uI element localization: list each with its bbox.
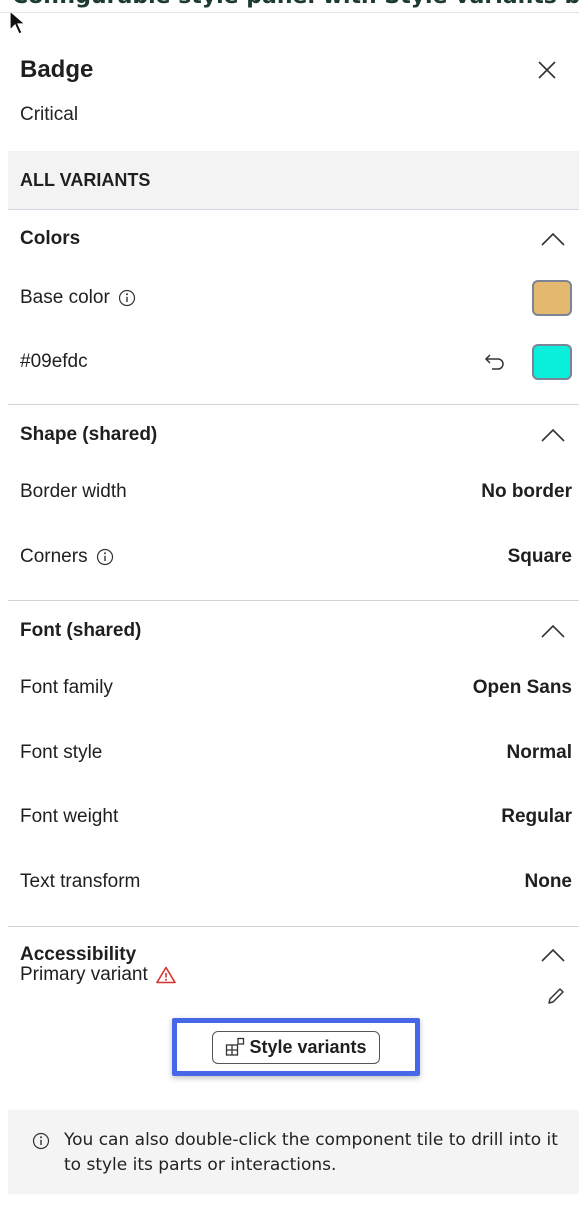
font-family-value[interactable]: Open Sans: [473, 677, 572, 699]
override-color-label: #09efdc: [20, 351, 88, 372]
all-variants-header: ALL VARIANTS: [8, 151, 579, 210]
chevron-up-icon[interactable]: [540, 947, 566, 963]
section-divider: [8, 600, 579, 601]
style-variants-highlight: Style variants: [172, 1018, 420, 1076]
section-divider: [8, 926, 579, 927]
chevron-up-icon[interactable]: [540, 623, 566, 639]
font-weight-value[interactable]: Regular: [501, 806, 572, 828]
corners-value[interactable]: Square: [508, 546, 572, 568]
corners-row[interactable]: Corners Square: [20, 540, 572, 574]
font-weight-row[interactable]: Font weight Regular: [20, 800, 572, 834]
shape-section-header[interactable]: Shape (shared): [20, 418, 572, 452]
panel-subtitle: Critical: [20, 104, 79, 125]
info-icon: [32, 1132, 50, 1150]
border-width-value[interactable]: No border: [481, 481, 572, 503]
all-variants-label: ALL VARIANTS: [20, 169, 151, 190]
shape-section-title: Shape (shared): [20, 424, 158, 445]
info-message: You can also double-click the component …: [8, 1110, 579, 1194]
corners-label: Corners: [20, 546, 88, 567]
colors-section-title: Colors: [20, 228, 81, 249]
undo-icon[interactable]: [484, 352, 506, 372]
override-color-swatch[interactable]: [532, 344, 572, 380]
font-style-value[interactable]: Normal: [507, 742, 572, 764]
warning-icon: [155, 966, 176, 984]
variants-icon: [226, 1037, 245, 1056]
close-icon[interactable]: [535, 58, 559, 82]
panel-title: Badge: [20, 56, 94, 83]
font-style-label: Font style: [20, 742, 103, 763]
mouse-cursor-icon: [9, 10, 27, 35]
border-width-label: Border width: [20, 481, 127, 502]
chevron-up-icon[interactable]: [540, 427, 566, 443]
info-icon[interactable]: [118, 289, 136, 307]
font-style-row[interactable]: Font style Normal: [20, 736, 572, 770]
font-family-row[interactable]: Font family Open Sans: [20, 671, 572, 705]
section-divider: [8, 404, 579, 405]
override-color-row: #09efdc: [20, 342, 572, 382]
text-transform-label: Text transform: [20, 871, 141, 892]
text-transform-row[interactable]: Text transform None: [20, 865, 572, 899]
primary-variant-row: Primary variant: [20, 962, 572, 1006]
info-text: You can also double-click the component …: [64, 1130, 558, 1175]
font-section-header[interactable]: Font (shared): [20, 614, 572, 648]
info-icon[interactable]: [96, 548, 114, 566]
border-width-row[interactable]: Border width No border: [20, 475, 572, 509]
base-color-row: Base color: [20, 278, 572, 318]
style-variants-label: Style variants: [249, 1036, 367, 1057]
top-divider: [0, 12, 579, 13]
primary-variant-label: Primary variant: [20, 964, 148, 985]
base-color-swatch[interactable]: [532, 280, 572, 316]
font-family-label: Font family: [20, 677, 113, 698]
base-color-label: Base color: [20, 287, 110, 308]
panel-header: Badge: [20, 50, 559, 90]
colors-section-header[interactable]: Colors: [20, 222, 572, 256]
style-variants-button[interactable]: Style variants: [212, 1030, 380, 1064]
font-section-title: Font (shared): [20, 620, 142, 641]
font-weight-label: Font weight: [20, 806, 119, 827]
chevron-up-icon[interactable]: [540, 231, 566, 247]
text-transform-value[interactable]: None: [525, 871, 573, 893]
pencil-icon[interactable]: [546, 986, 566, 1006]
